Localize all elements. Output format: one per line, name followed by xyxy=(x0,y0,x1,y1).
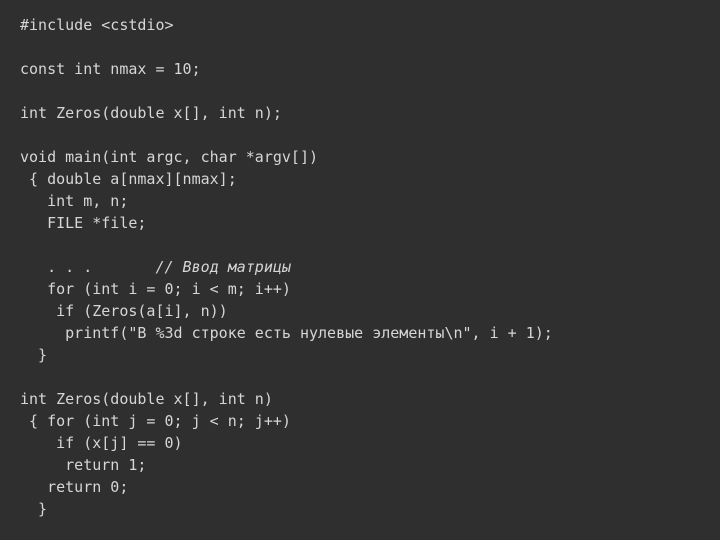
code-line: . . . // Ввод матрицы xyxy=(20,258,291,276)
code-line: for (int i = 0; i < m; i++) xyxy=(20,280,291,298)
code-line: printf("В %3d строке есть нулевые элемен… xyxy=(20,324,553,342)
code-comment: // Ввод матрицы xyxy=(155,258,290,276)
code-line: const int nmax = 10; xyxy=(20,60,201,78)
code-line: if (Zeros(a[i], n)) xyxy=(20,302,228,320)
code-line: int m, n; xyxy=(20,192,128,210)
code-line: int Zeros(double x[], int n) xyxy=(20,390,273,408)
code-line: return 1; xyxy=(20,456,146,474)
code-line: int Zeros(double x[], int n); xyxy=(20,104,282,122)
code-line: { for (int j = 0; j < n; j++) xyxy=(20,412,291,430)
code-line: } xyxy=(20,500,47,518)
code-line: { double a[nmax][nmax]; xyxy=(20,170,237,188)
code-line: FILE *file; xyxy=(20,214,146,232)
code-line: if (x[j] == 0) xyxy=(20,434,183,452)
code-line: } xyxy=(20,346,47,364)
code-line: void main(int argc, char *argv[]) xyxy=(20,148,318,166)
code-line: return 0; xyxy=(20,478,128,496)
code-line: #include <cstdio> xyxy=(20,16,174,34)
code-block: #include <cstdio> const int nmax = 10; i… xyxy=(0,0,720,534)
